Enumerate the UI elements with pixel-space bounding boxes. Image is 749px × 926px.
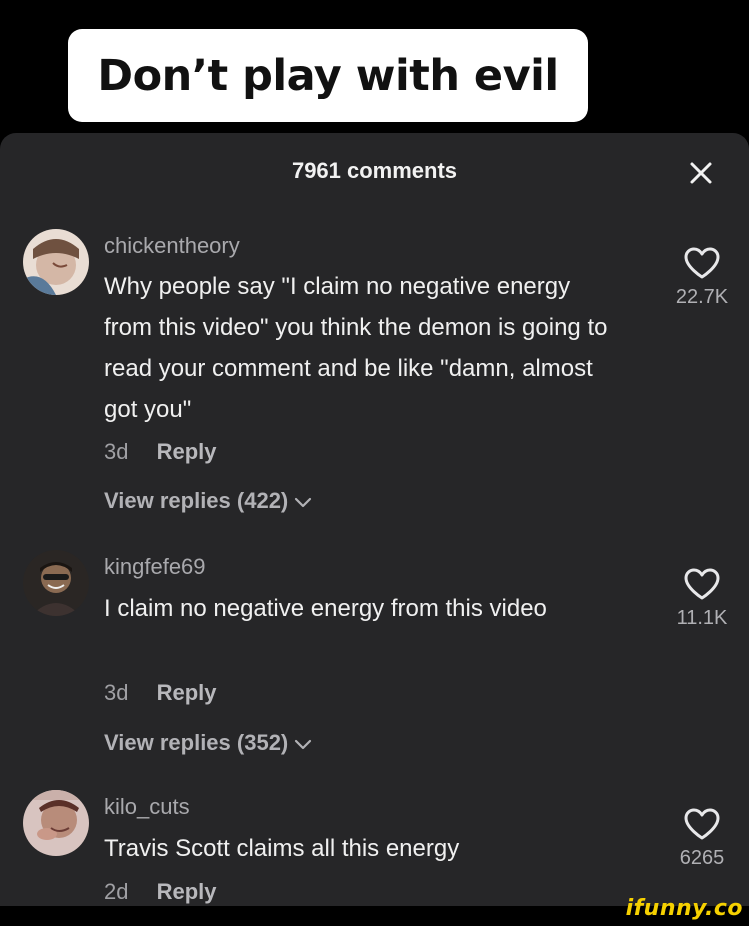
comments-sheet: 7961 comments chickentheory Why people s…	[0, 133, 749, 906]
comment-username[interactable]: kilo_cuts	[104, 794, 190, 820]
ifunny-watermark: ifunny.co	[625, 896, 743, 921]
like-count: 6265	[679, 847, 725, 869]
meme-caption: Don’t play with evil	[68, 29, 588, 122]
view-replies-label: View replies (422)	[104, 488, 289, 513]
comment-time: 3d	[104, 439, 129, 464]
like-button[interactable]: 6265	[660, 807, 744, 870]
screenshot: Don’t play with evil 7961 comments chick…	[0, 0, 749, 926]
chevron-down-icon	[294, 489, 312, 515]
reply-button[interactable]: Reply	[157, 879, 217, 904]
like-button[interactable]: 11.1K	[660, 567, 744, 630]
reply-button[interactable]: Reply	[157, 439, 217, 464]
comment-meta: 2d Reply	[104, 879, 217, 905]
comment-meta: 3d Reply	[104, 680, 217, 706]
comment-item: kingfefe69 I claim no negative energy fr…	[0, 550, 749, 770]
chevron-down-icon	[294, 731, 312, 757]
close-icon[interactable]	[686, 158, 716, 188]
avatar[interactable]	[23, 229, 89, 295]
like-count: 22.7K	[675, 286, 729, 308]
comment-meta: 3d Reply	[104, 439, 217, 465]
comment-username[interactable]: chickentheory	[104, 233, 240, 259]
comment-item: kilo_cuts Travis Scott claims all this e…	[0, 790, 749, 906]
comment-username[interactable]: kingfefe69	[104, 554, 206, 580]
like-button[interactable]: 22.7K	[660, 246, 744, 309]
caption-text: Don’t play with evil	[97, 50, 559, 101]
comment-time: 3d	[104, 680, 129, 705]
comment-item: chickentheory Why people say "I claim no…	[0, 229, 749, 529]
comments-header: 7961 comments	[0, 133, 749, 211]
heart-icon[interactable]	[683, 246, 721, 280]
reply-button[interactable]: Reply	[157, 680, 217, 705]
avatar[interactable]	[23, 790, 89, 856]
comment-count: 7961 comments	[291, 158, 458, 183]
like-count: 11.1K	[676, 607, 728, 629]
heart-icon[interactable]	[683, 567, 721, 601]
view-replies-button[interactable]: View replies (422)	[104, 488, 312, 515]
comment-text: Why people say "I claim no negative ener…	[104, 273, 608, 423]
comment-time: 2d	[104, 879, 129, 904]
heart-icon[interactable]	[683, 807, 721, 841]
comment-text: I claim no negative energy from this vid…	[104, 595, 547, 622]
comment-text: Travis Scott claims all this energy	[104, 835, 460, 862]
avatar[interactable]	[23, 550, 89, 616]
view-replies-button[interactable]: View replies (352)	[104, 730, 312, 757]
view-replies-label: View replies (352)	[104, 730, 289, 755]
